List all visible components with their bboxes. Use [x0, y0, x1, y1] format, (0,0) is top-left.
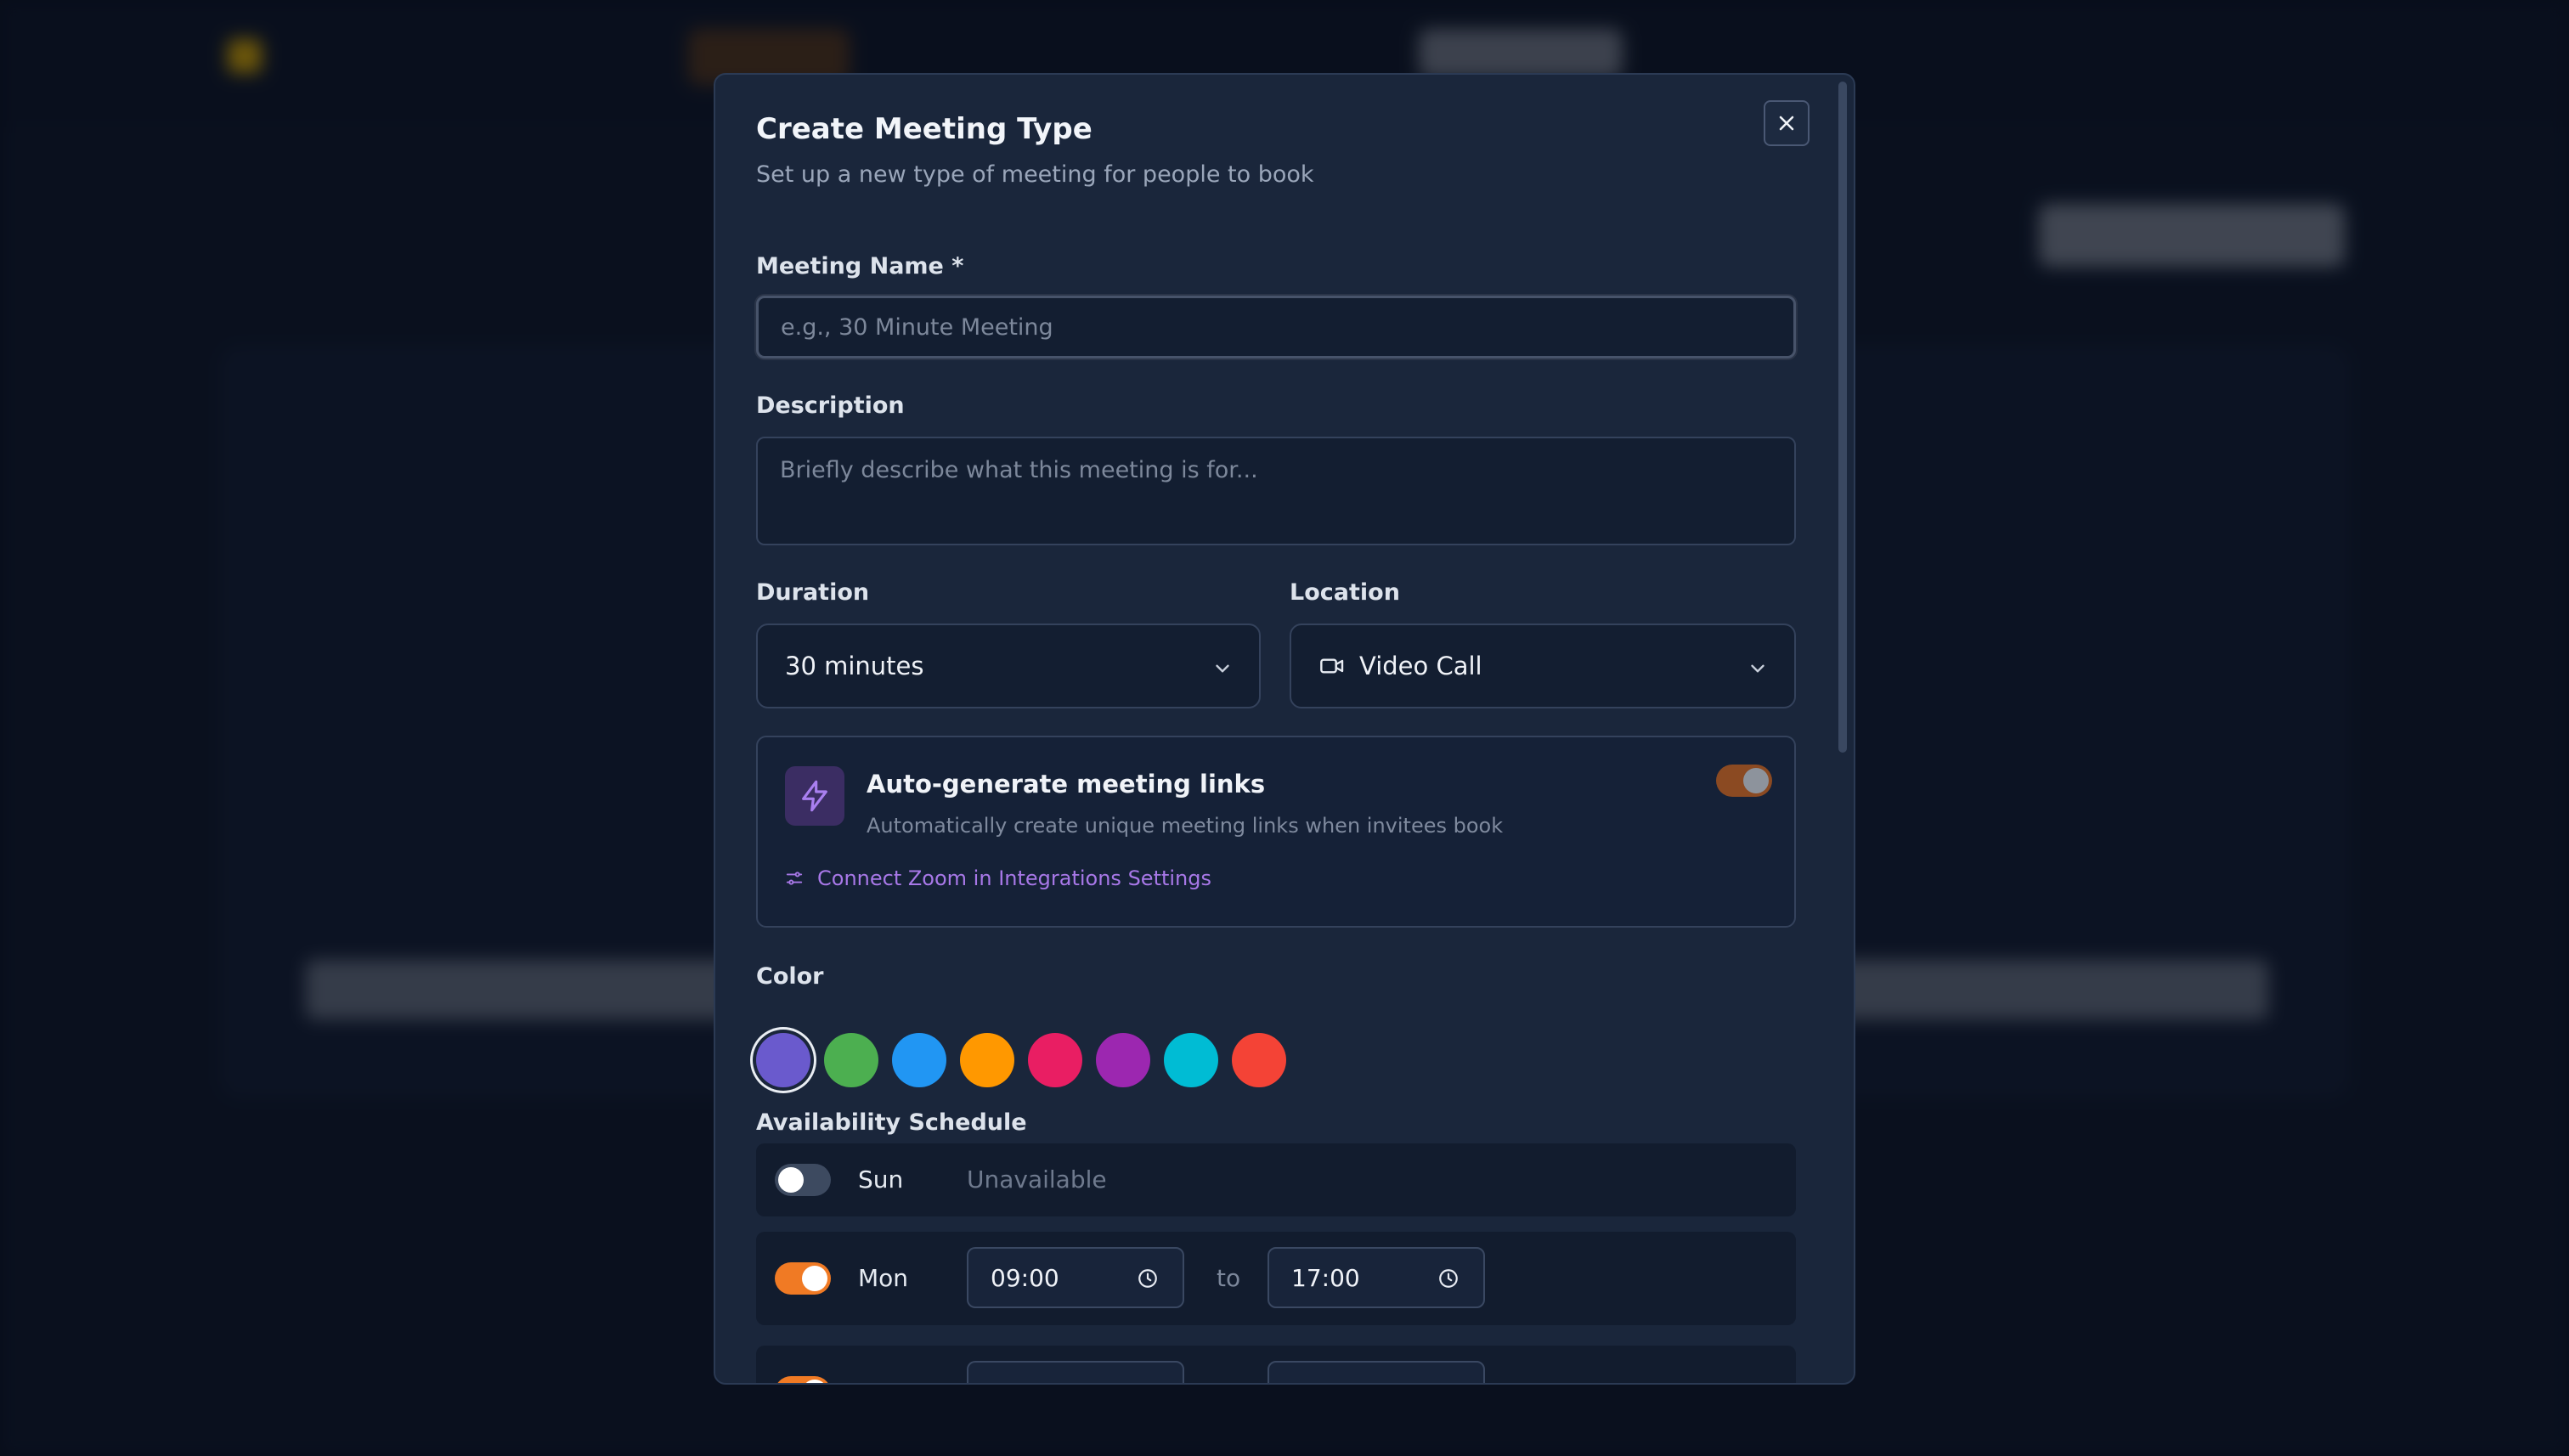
- dialog-subtitle: Set up a new type of meeting for people …: [756, 161, 1314, 188]
- toggle-knob: [778, 1167, 804, 1193]
- color-swatch-pink[interactable]: [1028, 1033, 1082, 1087]
- description-label: Description: [756, 392, 905, 419]
- color-label: Color: [756, 963, 824, 990]
- start-time-input[interactable]: [967, 1361, 1184, 1383]
- location-select[interactable]: Video Call: [1290, 624, 1796, 708]
- meeting-name-label: Meeting Name *: [756, 253, 964, 279]
- meeting-name-input[interactable]: [756, 296, 1796, 358]
- color-swatch-red[interactable]: [1232, 1033, 1286, 1087]
- location-label: Location: [1290, 579, 1400, 606]
- availability-label: Availability Schedule: [756, 1109, 1027, 1136]
- color-swatch-violet[interactable]: [1096, 1033, 1150, 1087]
- color-swatches: [756, 1033, 1286, 1087]
- day-toggle-tue[interactable]: [775, 1376, 831, 1383]
- chevron-down-icon: [1216, 664, 1229, 673]
- clock-icon: [1138, 1269, 1157, 1288]
- availability-row-mon: Mon 09:00 to 17:00: [756, 1232, 1796, 1325]
- toggle-knob: [802, 1380, 827, 1383]
- start-time-input[interactable]: 09:00: [967, 1247, 1184, 1308]
- day-status: Unavailable: [967, 1165, 1107, 1194]
- availability-row-tue: [756, 1346, 1796, 1383]
- duration-label: Duration: [756, 579, 870, 606]
- description-textarea[interactable]: [756, 437, 1796, 545]
- auto-generate-toggle[interactable]: [1716, 765, 1772, 797]
- auto-generate-title: Auto-generate meeting links: [867, 770, 1266, 799]
- settings-sliders-icon: [786, 872, 803, 885]
- color-swatch-green[interactable]: [824, 1033, 878, 1087]
- toggle-knob: [802, 1266, 827, 1291]
- end-time-input[interactable]: [1268, 1361, 1485, 1383]
- duration-value: 30 minutes: [785, 652, 924, 680]
- auto-generate-description: Automatically create unique meeting link…: [867, 814, 1504, 838]
- close-icon: [1779, 116, 1794, 131]
- color-swatch-purple[interactable]: [756, 1033, 810, 1087]
- toggle-knob: [1743, 768, 1769, 793]
- day-toggle-mon[interactable]: [775, 1262, 831, 1295]
- day-name: Mon: [858, 1264, 909, 1292]
- close-button[interactable]: [1764, 100, 1810, 146]
- color-swatch-cyan[interactable]: [1164, 1033, 1218, 1087]
- chevron-down-icon: [1751, 664, 1764, 673]
- lightning-bolt-icon: [785, 766, 844, 826]
- create-meeting-type-dialog: Create Meeting Type Set up a new type of…: [714, 73, 1855, 1385]
- start-time-value: 09:00: [991, 1263, 1059, 1292]
- location-value: Video Call: [1359, 652, 1482, 680]
- day-name: Sun: [858, 1165, 904, 1194]
- dialog-title: Create Meeting Type: [756, 112, 1093, 146]
- connect-zoom-link-text: Connect Zoom in Integrations Settings: [817, 866, 1212, 890]
- time-separator: to: [1217, 1264, 1241, 1292]
- end-time-value: 17:00: [1291, 1263, 1360, 1292]
- availability-row-sun: Sun Unavailable: [756, 1143, 1796, 1216]
- day-toggle-sun[interactable]: [775, 1164, 831, 1196]
- duration-select[interactable]: 30 minutes: [756, 624, 1261, 708]
- connect-zoom-link[interactable]: Connect Zoom in Integrations Settings: [785, 866, 1211, 890]
- video-camera-icon: [1318, 652, 1346, 680]
- color-swatch-orange[interactable]: [960, 1033, 1014, 1087]
- auto-generate-links-card: Auto-generate meeting links Automaticall…: [756, 736, 1796, 928]
- color-swatch-blue[interactable]: [892, 1033, 946, 1087]
- end-time-input[interactable]: 17:00: [1268, 1247, 1485, 1308]
- modal-scrollbar[interactable]: [1838, 82, 1847, 753]
- clock-icon: [1439, 1269, 1458, 1288]
